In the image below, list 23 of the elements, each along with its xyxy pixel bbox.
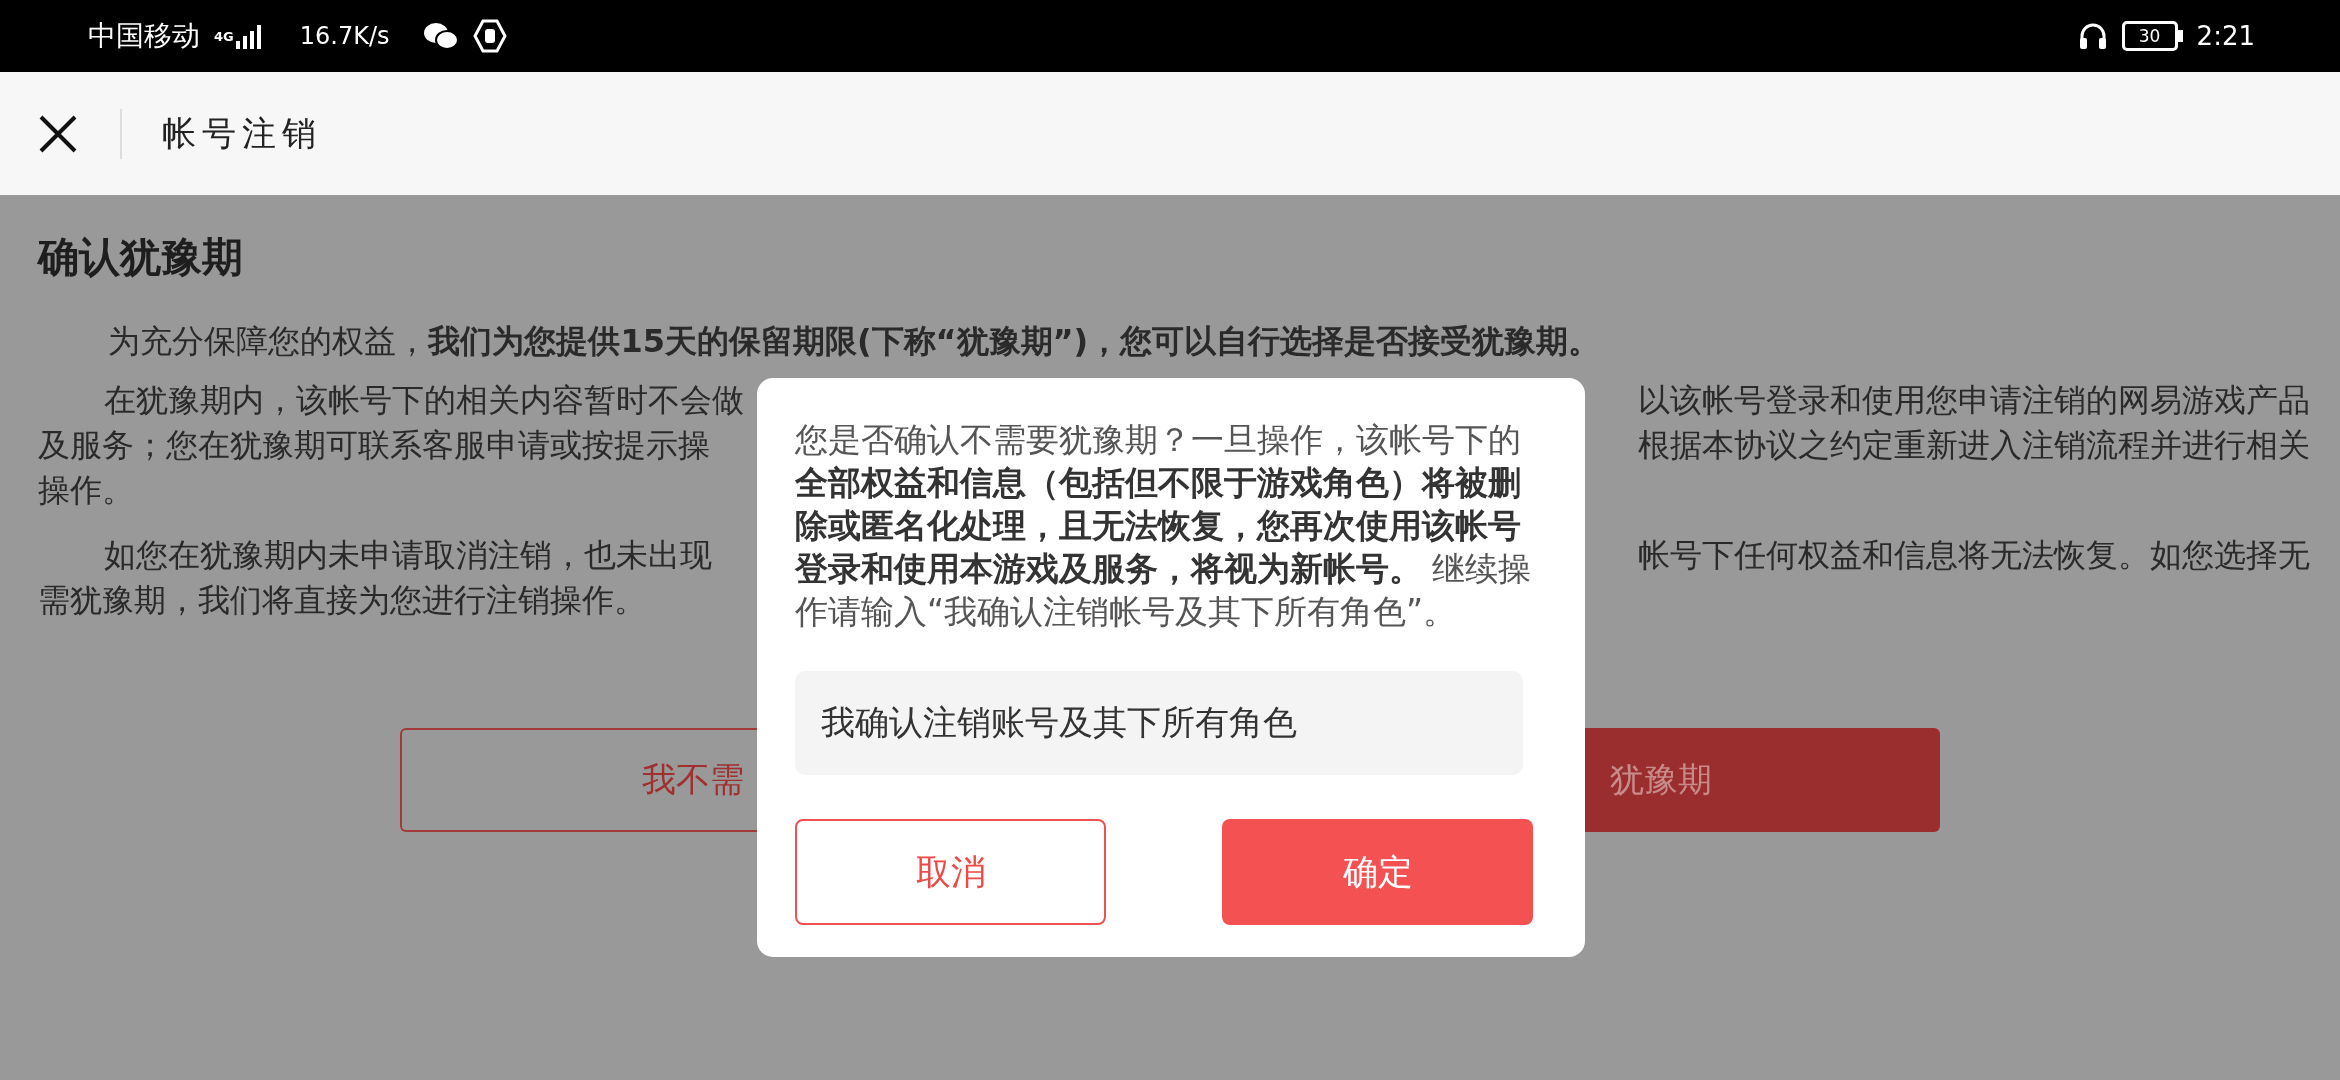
paragraph-text: 帐号下任何权益和信息将无法恢复。如您选择无 xyxy=(1638,534,2310,576)
paragraph-text: 操作。 xyxy=(38,469,135,511)
paragraph-text: 根据本协议之约定重新进入注销流程并进行相关 xyxy=(1638,424,2310,466)
section-heading: 确认犹豫期 xyxy=(38,232,244,283)
confirm-input-field[interactable]: 我确认注销账号及其下所有角色 xyxy=(795,671,1523,775)
network-speed: 16.7K/s xyxy=(299,22,390,50)
paragraph-text: 以该帐号登录和使用您申请注销的网易游戏产品 xyxy=(1638,379,2310,421)
headphones-icon xyxy=(2077,21,2108,51)
paragraph-text: 如您在犹豫期内未申请取消注销，也未出现 xyxy=(103,534,713,576)
paragraph-text: 在犹豫期内，该帐号下的相关内容暂时不会做 xyxy=(103,379,745,421)
confirm-button[interactable]: 确定 xyxy=(1222,819,1533,925)
close-icon[interactable] xyxy=(38,113,78,154)
chat-bubbles-icon xyxy=(423,21,460,51)
network-type: 4G xyxy=(214,28,234,44)
dialog-message: 您是否确认不需要犹豫期？一旦操作，该帐号下的全部权益和信息（包括但不限于游戏角色）将被删除或匿名化处理，且无法恢复，您再次使用该帐号登录和使用本游戏及服务，将视为新帐号。 继续操作请输入“我确认注销帐号及其下所有角色”。 xyxy=(795,419,1533,633)
battery-level: 30 xyxy=(2121,21,2178,51)
paragraph-text: 需犹豫期，我们将直接为您进行注销操作。 xyxy=(38,579,647,621)
paragraph-text: 及服务；您在犹豫期可联系客服申请或按提示操 xyxy=(38,424,711,466)
cancel-button[interactable]: 取消 xyxy=(795,819,1106,925)
clock: 2:21 xyxy=(2196,21,2255,51)
page-title: 帐号注销 xyxy=(162,111,322,155)
carrier-name: 中国移动 xyxy=(88,18,200,54)
intro-paragraph: 为充分保障您的权益，我们为您提供15天的保留期限(下称“犹豫期”)，您可以自行选择是否接受犹豫期。 xyxy=(107,321,1602,362)
